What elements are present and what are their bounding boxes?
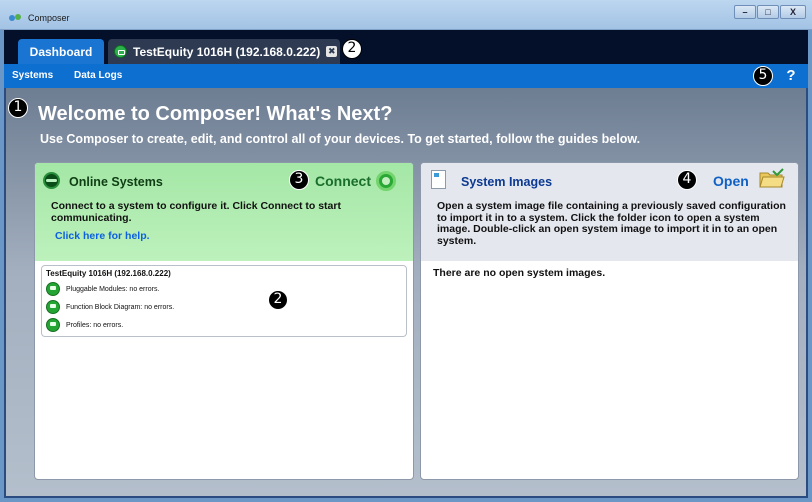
app-frame: Dashboard TestEquity 1016H (192.168.0.22… xyxy=(4,30,808,498)
online-systems-header: Online Systems 3 Connect Connect to a sy… xyxy=(35,163,413,261)
system-card[interactable]: TestEquity 1016H (192.168.0.222) Pluggab… xyxy=(41,265,407,337)
help-link[interactable]: Click here for help. xyxy=(55,230,150,242)
tab-dashboard[interactable]: Dashboard xyxy=(18,39,104,64)
online-systems-panel: Online Systems 3 Connect Connect to a sy… xyxy=(34,162,414,480)
minimize-button[interactable]: – xyxy=(734,5,756,19)
online-systems-description: Connect to a system to configure it. Cli… xyxy=(51,200,341,224)
close-tab-icon[interactable]: ✖ xyxy=(326,46,338,57)
status-text: Pluggable Modules: no errors. xyxy=(66,285,160,293)
nav-data-logs[interactable]: Data Logs xyxy=(74,70,122,81)
online-systems-title: Online Systems xyxy=(69,175,163,189)
maximize-button[interactable]: □ xyxy=(757,5,779,19)
system-images-title: System Images xyxy=(461,175,553,189)
window-titlebar: Composer – □ X xyxy=(0,0,812,30)
marker-5: 5 xyxy=(753,66,773,86)
tab-system-label: TestEquity 1016H (192.168.0.222) xyxy=(133,44,321,59)
marker-2-system: 2 xyxy=(268,290,288,310)
system-images-description: Open a system image file containing a pr… xyxy=(437,200,786,247)
status-text: Function Block Diagram: no errors. xyxy=(66,303,175,311)
tab-testequity-system[interactable]: TestEquity 1016H (192.168.0.222) ✖ xyxy=(108,39,340,64)
list-item: Profiles: no errors. xyxy=(46,318,123,332)
status-ok-icon xyxy=(46,300,60,314)
connect-button[interactable]: Connect xyxy=(315,173,371,189)
help-icon[interactable]: ? xyxy=(782,67,800,85)
close-window-button[interactable]: X xyxy=(780,5,806,19)
network-icon xyxy=(43,172,60,189)
marker-3: 3 xyxy=(289,170,309,190)
marker-2-tab: 2 xyxy=(342,39,362,59)
marker-4: 4 xyxy=(677,170,697,190)
dashboard-content: 1 Welcome to Composer! What's Next? Use … xyxy=(4,88,808,498)
status-ok-icon xyxy=(46,282,60,296)
system-images-header: System Images 4 Open Open a system image… xyxy=(421,163,798,261)
open-button[interactable]: Open xyxy=(713,173,749,189)
tab-strip: Dashboard TestEquity 1016H (192.168.0.22… xyxy=(4,30,808,64)
system-images-panel: System Images 4 Open Open a system image… xyxy=(420,162,799,480)
window-title: Composer xyxy=(28,13,70,23)
welcome-subtitle: Use Composer to create, edit, and contro… xyxy=(40,132,641,146)
welcome-title: Welcome to Composer! What's Next? xyxy=(38,103,393,125)
list-item: Pluggable Modules: no errors. xyxy=(46,282,159,296)
nav-systems[interactable]: Systems xyxy=(12,70,53,81)
marker-1: 1 xyxy=(8,98,28,118)
list-item: Function Block Diagram: no errors. xyxy=(46,300,174,314)
window-controls: – □ X xyxy=(734,5,806,19)
no-images-message: There are no open system images. xyxy=(433,267,606,279)
status-ok-icon xyxy=(46,318,60,332)
connect-refresh-icon[interactable] xyxy=(376,171,396,191)
tab-dashboard-label: Dashboard xyxy=(29,44,93,59)
document-icon xyxy=(431,170,446,189)
composer-app-icon xyxy=(9,14,21,21)
sub-navigation: Systems Data Logs 5 ? xyxy=(4,64,808,88)
folder-icon[interactable] xyxy=(759,167,785,189)
connected-status-icon xyxy=(114,45,127,58)
system-name: TestEquity 1016H (192.168.0.222) xyxy=(46,269,171,278)
status-text: Profiles: no errors. xyxy=(66,321,124,329)
